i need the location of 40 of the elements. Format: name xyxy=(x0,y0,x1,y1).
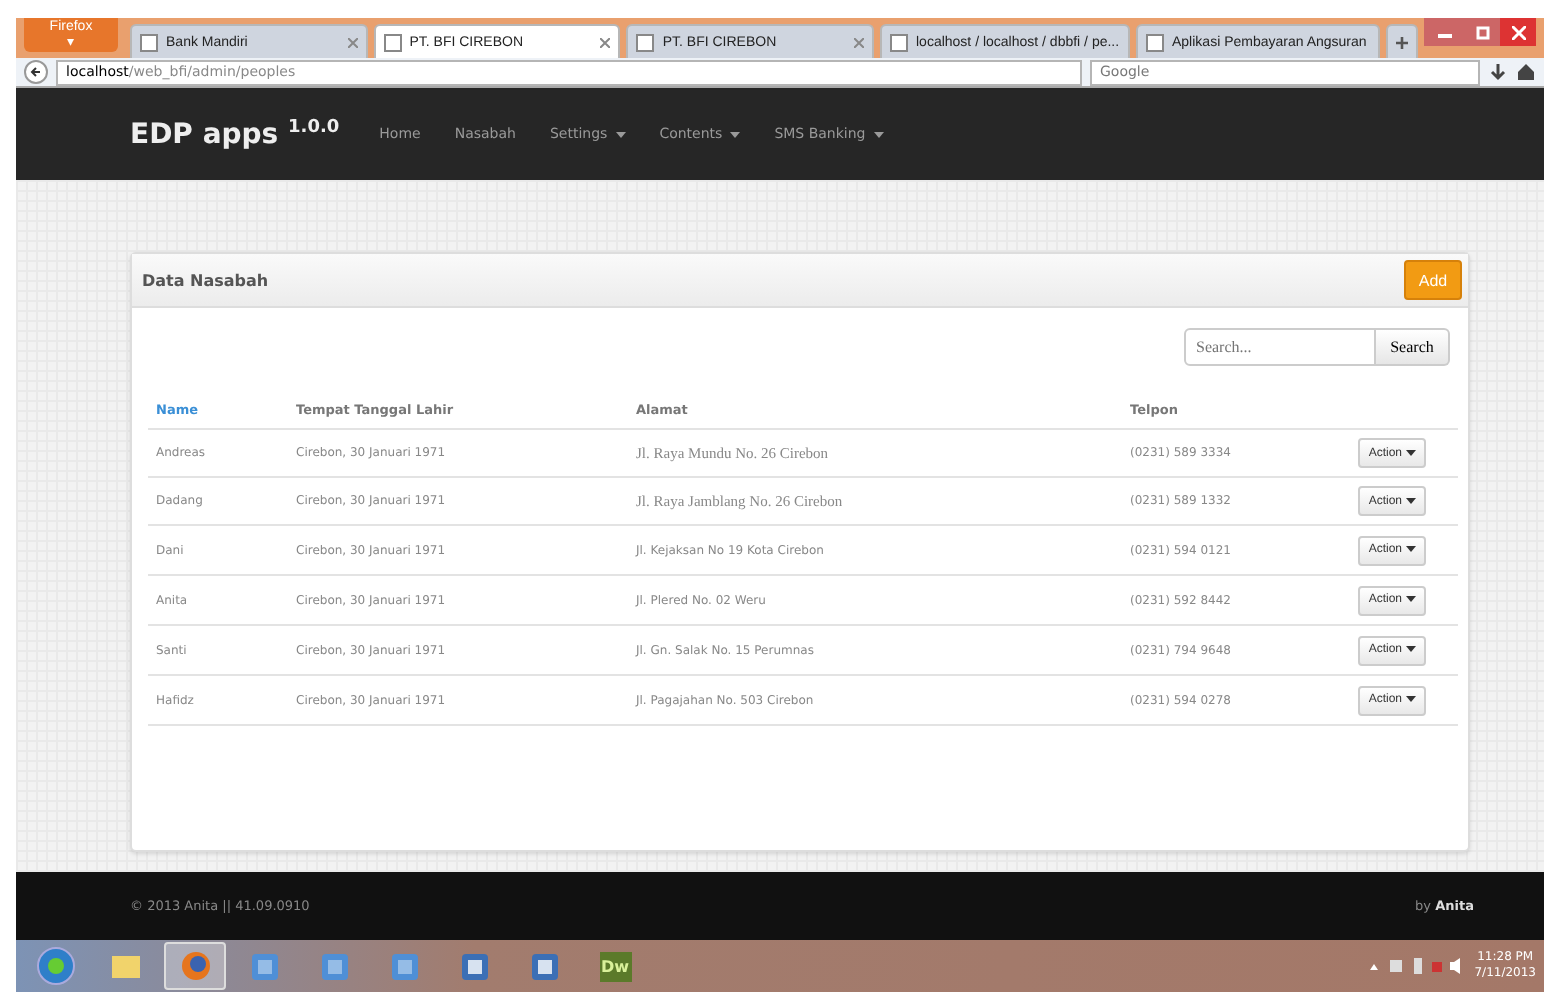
caret-icon xyxy=(873,132,884,138)
caret-icon xyxy=(1405,497,1416,503)
caret-icon xyxy=(615,132,626,138)
start-orb-icon[interactable] xyxy=(35,946,75,986)
app-icon xyxy=(530,951,560,981)
tray-icons[interactable] xyxy=(1366,956,1463,976)
maximize-icon[interactable] xyxy=(1464,18,1500,46)
close-icon[interactable] xyxy=(600,37,611,47)
caret-icon xyxy=(730,132,741,138)
page-icon xyxy=(636,33,655,51)
caret-icon xyxy=(1405,696,1416,702)
caret-icon xyxy=(1405,546,1416,552)
home-icon[interactable] xyxy=(1516,62,1536,82)
brand-logo[interactable]: EDP apps $^{1.0.0}$ xyxy=(130,117,340,151)
minimize-icon[interactable] xyxy=(1424,18,1464,46)
page-icon xyxy=(383,33,402,51)
back-icon[interactable] xyxy=(24,60,48,84)
app-icon xyxy=(460,951,490,981)
page-icon xyxy=(140,33,159,51)
close-icon[interactable] xyxy=(347,37,358,47)
caret-icon xyxy=(1405,596,1416,602)
new-tab-button[interactable] xyxy=(1386,24,1418,58)
globe-icon xyxy=(179,950,211,982)
taskbar-button[interactable] xyxy=(164,942,226,990)
caret-icon xyxy=(1405,646,1416,652)
app-icon[interactable]: Dw xyxy=(599,951,631,981)
panel-title: Data Nasabah xyxy=(142,271,269,289)
app-icon xyxy=(320,951,350,981)
close-icon[interactable] xyxy=(854,37,864,47)
app-icon xyxy=(250,951,280,981)
search-field[interactable]: Search... xyxy=(1184,328,1376,366)
page-icon xyxy=(890,33,908,51)
folder-icon xyxy=(109,952,141,980)
app-icon xyxy=(390,951,420,981)
search-button[interactable]: Search xyxy=(1376,328,1450,366)
close-window-icon[interactable] xyxy=(1500,18,1536,46)
page-icon xyxy=(1146,33,1164,51)
caret-icon xyxy=(1405,449,1416,455)
download-icon[interactable] xyxy=(1488,62,1508,82)
plus-icon[interactable] xyxy=(1396,35,1408,49)
